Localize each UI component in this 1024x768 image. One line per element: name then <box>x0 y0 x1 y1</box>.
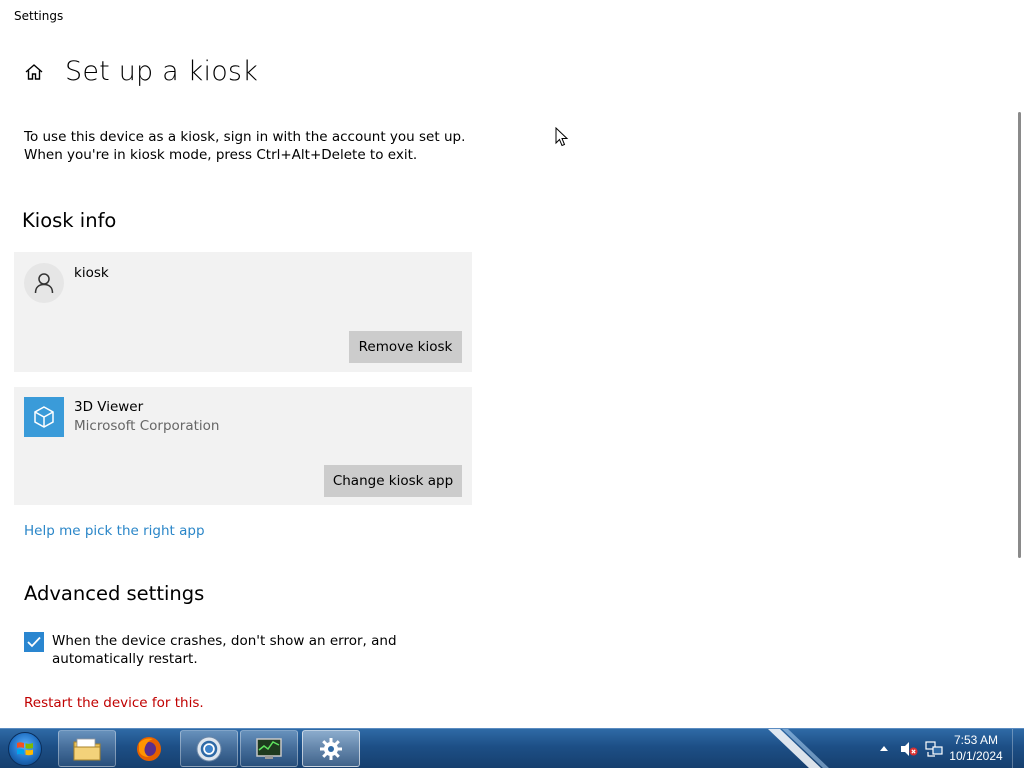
system-monitor-icon <box>256 737 282 759</box>
home-icon[interactable] <box>24 62 44 82</box>
taskbar: 7:53 AM 10/1/2024 <box>0 728 1024 768</box>
page-title: Set up a kiosk <box>65 56 259 87</box>
avatar <box>24 263 64 303</box>
change-kiosk-app-button[interactable]: Change kiosk app <box>324 465 462 497</box>
crash-restart-label: When the device crashes, don't show an e… <box>52 633 397 667</box>
cube-icon <box>34 406 54 428</box>
kiosk-info-heading: Kiosk info <box>22 209 117 232</box>
kiosk-app-card: 3D Viewer Microsoft Corporation Change k… <box>14 387 472 505</box>
kiosk-account-name: kiosk <box>74 265 109 281</box>
show-hidden-icons-icon[interactable] <box>879 744 889 752</box>
firefox-icon <box>137 736 161 761</box>
taskbar-firefox[interactable] <box>120 730 178 767</box>
taskbar-file-explorer[interactable] <box>58 730 116 767</box>
start-button[interactable] <box>5 730 45 768</box>
3d-viewer-app-icon <box>24 397 64 437</box>
checkmark-icon <box>27 636 41 648</box>
network-icon[interactable] <box>925 740 943 758</box>
vertical-scrollbar[interactable] <box>1018 112 1021 558</box>
show-desktop-button[interactable] <box>1012 729 1024 768</box>
help-pick-app-link[interactable]: Help me pick the right app <box>24 523 205 539</box>
clock-date: 10/1/2024 <box>949 749 1003 763</box>
restart-required-note: Restart the device for this. <box>24 695 204 711</box>
kiosk-app-name: 3D Viewer <box>74 399 144 415</box>
kiosk-account-card: kiosk Remove kiosk <box>14 252 472 372</box>
kiosk-app-publisher: Microsoft Corporation <box>74 418 220 434</box>
taskbar-system-monitor[interactable] <box>240 730 298 767</box>
remove-kiosk-button[interactable]: Remove kiosk <box>349 331 462 363</box>
page-header: Set up a kiosk <box>24 56 258 87</box>
crash-restart-option[interactable]: When the device crashes, don't show an e… <box>24 632 472 668</box>
settings-gear-icon <box>320 737 342 760</box>
taskbar-decoration <box>760 729 840 768</box>
clock-time: 7:53 AM <box>953 733 999 747</box>
windows-logo-icon <box>8 732 42 766</box>
advanced-settings-heading: Advanced settings <box>24 582 205 605</box>
taskbar-clock[interactable]: 7:53 AM 10/1/2024 <box>945 732 1007 764</box>
folder-icon <box>73 738 101 760</box>
chrome-icon <box>196 736 222 761</box>
volume-muted-icon[interactable] <box>900 741 918 757</box>
taskbar-chrome[interactable] <box>180 730 238 767</box>
kiosk-description: To use this device as a kiosk, sign in w… <box>24 129 466 163</box>
taskbar-settings[interactable] <box>302 730 360 767</box>
window-title: Settings <box>14 9 64 23</box>
crash-restart-checkbox[interactable] <box>24 632 44 652</box>
mouse-cursor-icon <box>555 127 569 147</box>
person-icon <box>34 273 54 294</box>
